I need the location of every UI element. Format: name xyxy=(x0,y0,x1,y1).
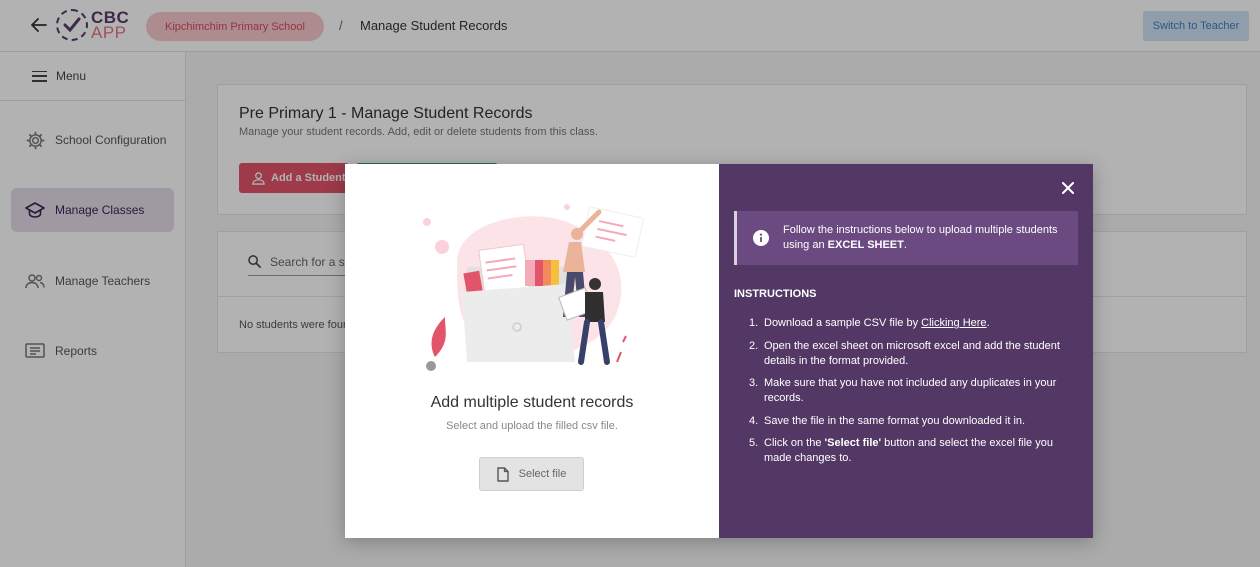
instruction-step: 5. Click on the 'Select file' button and… xyxy=(749,436,1069,466)
instruction-step: 3. Make sure that you have not included … xyxy=(749,376,1069,406)
step-text: Save the file in the same format you dow… xyxy=(764,414,1026,427)
instruction-step: 2. Open the excel sheet on microsoft exc… xyxy=(749,339,1069,369)
close-icon[interactable] xyxy=(1059,179,1077,197)
instruction-step: 4. Save the file in the same format you … xyxy=(749,414,1069,429)
step-text: Open the excel sheet on microsoft excel … xyxy=(764,339,1060,367)
step-text-before: Download a sample CSV file by xyxy=(764,317,922,329)
alert-text-end: . xyxy=(903,239,907,251)
step-text: Make sure that you have not included any… xyxy=(764,377,1057,404)
modal-upload-panel: Add multiple student records Select and … xyxy=(345,164,719,538)
upload-students-modal: Add multiple student records Select and … xyxy=(345,164,1093,538)
alert-text-bold: EXCEL SHEET xyxy=(827,239,904,251)
step-text: Download a sample CSV file by Clicking H… xyxy=(764,316,990,331)
alert-text: Follow the instructions below to upload … xyxy=(783,223,1078,253)
instructions-heading: INSTRUCTIONS xyxy=(734,288,817,300)
step-number: 3. xyxy=(749,377,759,389)
step-text-before: Click on the xyxy=(764,437,825,449)
modal-subtitle: Select and upload the filled csv file. xyxy=(446,420,618,432)
instruction-step: 1. Download a sample CSV file by Clickin… xyxy=(749,316,1069,331)
modal-instructions-panel: Follow the instructions below to upload … xyxy=(719,164,1093,538)
step-number: 1. xyxy=(749,317,759,329)
step-text-after: . xyxy=(986,317,990,329)
step-number: 2. xyxy=(749,339,759,352)
step-number: 4. xyxy=(749,414,759,427)
step-number: 5. xyxy=(749,437,759,449)
instructions-list: 1. Download a sample CSV file by Clickin… xyxy=(749,316,1069,474)
upload-illustration xyxy=(423,204,644,371)
select-file-button[interactable]: Select file xyxy=(479,457,584,491)
alert-text-part: Follow the instructions below to upload … xyxy=(783,224,1058,251)
clicking-here-link[interactable]: Clicking Here xyxy=(921,317,986,329)
select-file-label: Select file xyxy=(518,468,567,480)
step-text: Click on the 'Select file' button and se… xyxy=(764,436,1069,466)
info-alert: Follow the instructions below to upload … xyxy=(734,211,1078,265)
file-icon xyxy=(496,466,509,482)
info-icon xyxy=(753,230,769,246)
step-text-bold: 'Select file' xyxy=(824,437,882,449)
modal-title: Add multiple student records xyxy=(430,394,634,411)
